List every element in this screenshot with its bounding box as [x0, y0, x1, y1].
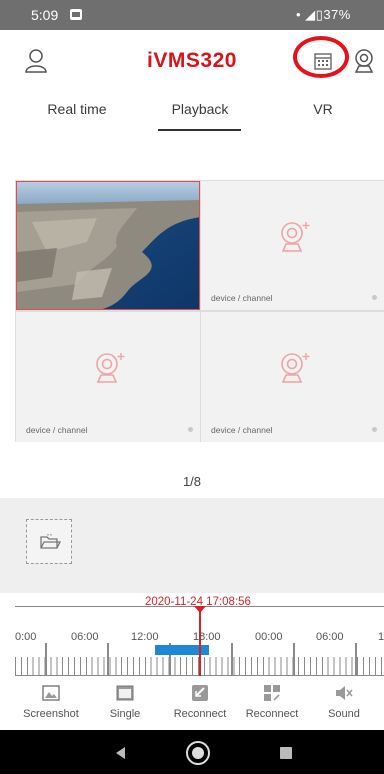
status-indicators: • ◢▯37%: [296, 7, 351, 22]
reconnect-all-button[interactable]: Reconnect: [240, 684, 304, 720]
video-cell[interactable]: device / channel: [16, 312, 200, 442]
status-time: 5:09: [31, 7, 59, 23]
channel-status-dot: [372, 427, 377, 432]
camera-icon[interactable]: [353, 48, 375, 74]
timeline-major-tick: [231, 643, 233, 676]
notification-icon: [70, 9, 82, 20]
screenshot-button[interactable]: Screenshot: [18, 684, 84, 720]
channel-status-dot: [372, 295, 377, 300]
toolbar-label: Single: [109, 708, 141, 720]
recent-apps-icon[interactable]: [280, 747, 292, 759]
video-cell[interactable]: device / channel: [201, 181, 384, 310]
active-tab-indicator: [158, 129, 241, 131]
timeline-tick-label: 18:00: [193, 631, 221, 643]
timeline-tick-label: 06:00: [71, 631, 99, 643]
channel-status-dot: [188, 427, 193, 432]
timeline-tick-label: 1: [378, 631, 384, 643]
tab-real-time[interactable]: Real time: [42, 101, 112, 117]
folder-icon: [40, 534, 61, 549]
add-camera-icon[interactable]: [277, 219, 311, 255]
timeline-major-tick: [107, 643, 109, 676]
open-folder-button[interactable]: [26, 519, 72, 564]
page-indicator: 1/8: [182, 474, 202, 489]
toolbar-label: Reconnect: [173, 708, 227, 720]
channel-label: device / channel: [26, 425, 88, 435]
sound-button[interactable]: Sound: [322, 684, 366, 720]
timeline-tick-label: 06:00: [316, 631, 344, 643]
timeline-cursor-head: [194, 606, 206, 613]
reconnect-icon: [192, 685, 208, 701]
channel-label: device / channel: [211, 293, 273, 303]
toolbar-label: Reconnect: [245, 708, 299, 720]
video-cell-active[interactable]: [16, 181, 200, 310]
screenshot-icon: [42, 685, 60, 701]
calendar-highlight-circle: [293, 36, 349, 78]
home-icon[interactable]: [186, 741, 210, 765]
channel-label: device / channel: [211, 425, 273, 435]
timeline-tick-label: 12:00: [131, 631, 159, 643]
reconnect-button[interactable]: Reconnect: [168, 684, 232, 720]
add-camera-icon[interactable]: [92, 350, 126, 386]
aerial-video-frame: [17, 182, 199, 309]
single-view-button[interactable]: Single: [104, 684, 146, 720]
timeline-cursor[interactable]: [199, 608, 201, 678]
back-icon[interactable]: [116, 747, 125, 759]
timeline-major-tick: [355, 643, 357, 676]
sound-muted-icon: [336, 686, 353, 700]
video-cell[interactable]: device / channel: [201, 312, 384, 442]
timeline-major-tick: [45, 643, 47, 676]
tab-vr[interactable]: VR: [308, 101, 338, 117]
reconnect-all-icon: [264, 685, 280, 701]
tab-playback[interactable]: Playback: [160, 101, 240, 117]
single-view-icon: [116, 685, 134, 701]
add-camera-icon[interactable]: [277, 350, 311, 386]
timeline-tick-label: 00:00: [255, 631, 283, 643]
video-grid: device / channel device / channel device…: [15, 180, 384, 442]
toolbar-label: Screenshot: [23, 708, 79, 720]
toolbar-label: Sound: [328, 708, 360, 720]
status-bar: 5:09 • ◢▯37%: [0, 0, 384, 30]
timeline-tick-label: 0:00: [15, 631, 37, 643]
timeline-major-tick: [293, 643, 295, 676]
